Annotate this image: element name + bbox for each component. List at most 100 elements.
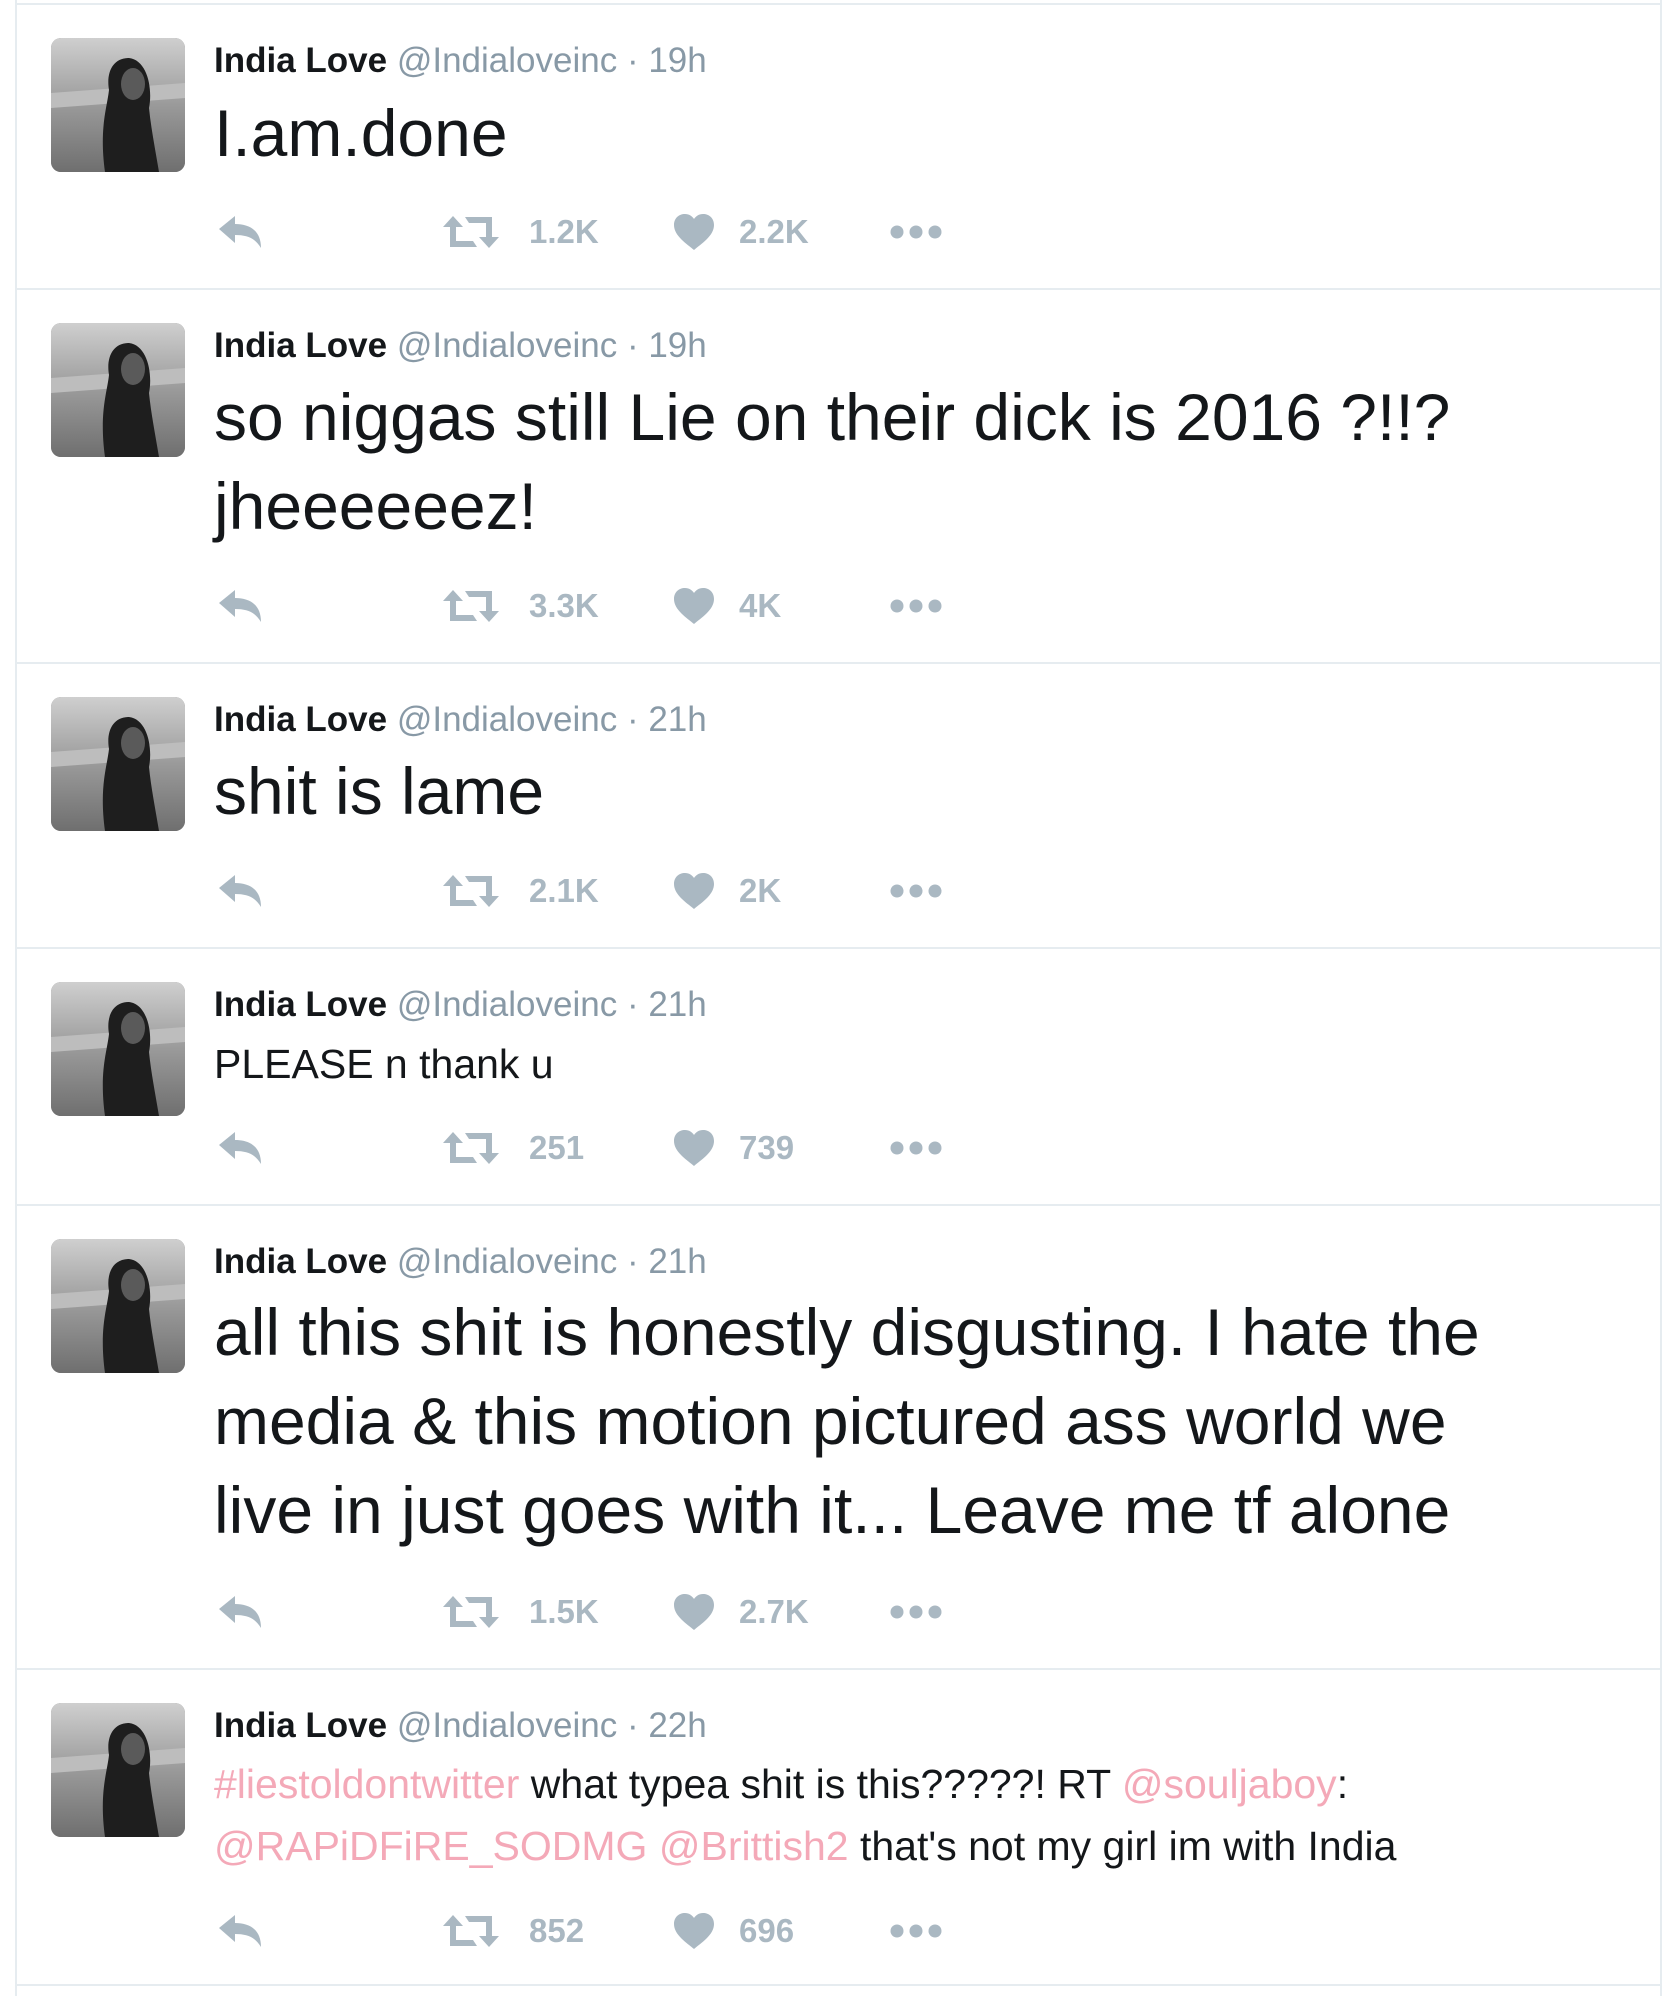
tweet-text: so niggas still Lie on their dick is 201…	[214, 373, 1450, 551]
retweet-count: 2.1K	[529, 872, 599, 909]
more-button[interactable]	[889, 1587, 943, 1637]
like-count: 2K	[739, 872, 782, 909]
reply-button[interactable]	[217, 1123, 263, 1173]
like-button[interactable]: 739	[673, 1123, 794, 1173]
author-handle[interactable]: @Indialoveinc	[397, 1242, 617, 1281]
more-button[interactable]	[889, 581, 943, 631]
author-name[interactable]: India Love	[214, 1706, 387, 1745]
retweet-button[interactable]: 1.2K	[441, 207, 599, 257]
reply-button[interactable]	[217, 1587, 263, 1637]
timestamp[interactable]: 21h	[648, 985, 706, 1024]
tweet[interactable]: India Love @Indialoveinc · 21h shit is l…	[17, 662, 1660, 947]
hashtag-link[interactable]: #liestoldontwitter	[214, 1761, 519, 1807]
tweet[interactable]: India Love @Indialoveinc · 21h PLEASE n …	[17, 947, 1660, 1204]
reply-button[interactable]	[217, 581, 263, 631]
tweet-header: India Love @Indialoveinc · 21h	[214, 702, 707, 737]
retweet-button[interactable]: 2.1K	[441, 866, 599, 916]
reply-icon	[219, 590, 261, 622]
retweet-count: 1.2K	[529, 213, 599, 250]
reply-icon	[219, 1915, 261, 1947]
reply-button[interactable]	[217, 207, 263, 257]
more-dots-icon	[890, 1924, 942, 1938]
author-handle[interactable]: @Indialoveinc	[397, 326, 617, 365]
timestamp[interactable]: 19h	[648, 41, 706, 80]
separator: ·	[626, 326, 639, 365]
author-name[interactable]: India Love	[214, 700, 387, 739]
tweet[interactable]: India Love @Indialoveinc · 22h #liestold…	[17, 1668, 1660, 1986]
more-button[interactable]	[889, 866, 943, 916]
tweet[interactable]: India Love @Indialoveinc · 19h I.am.done…	[17, 3, 1660, 288]
retweet-icon	[443, 1132, 499, 1164]
separator: ·	[626, 1706, 639, 1745]
mention-link[interactable]: @RAPiDFiRE_SODMG	[214, 1823, 647, 1869]
more-dots-icon	[890, 884, 942, 898]
avatar[interactable]	[51, 323, 185, 457]
retweet-button[interactable]: 251	[441, 1123, 584, 1173]
avatar[interactable]	[51, 697, 185, 831]
retweet-button[interactable]: 3.3K	[441, 581, 599, 631]
heart-icon	[674, 1130, 714, 1166]
tweet-text-line: all this shit is honestly disgusting. I …	[214, 1295, 1480, 1369]
like-button[interactable]: 4K	[673, 581, 781, 631]
heart-icon	[674, 1913, 714, 1949]
author-name[interactable]: India Love	[214, 985, 387, 1024]
author-name[interactable]: India Love	[214, 1242, 387, 1281]
timestamp[interactable]: 22h	[648, 1706, 706, 1745]
retweet-button[interactable]: 852	[441, 1906, 584, 1956]
like-button[interactable]: 2K	[673, 866, 781, 916]
avatar[interactable]	[51, 982, 185, 1116]
timestamp[interactable]: 21h	[648, 1242, 706, 1281]
tweet-text: #liestoldontwitter what typea shit is th…	[214, 1753, 1396, 1877]
reply-icon	[219, 875, 261, 907]
more-button[interactable]	[889, 1123, 943, 1173]
separator: ·	[626, 985, 639, 1024]
tweet[interactable]: India Love @Indialoveinc · 21h all this …	[17, 1204, 1660, 1668]
retweet-count: 251	[529, 1129, 585, 1166]
reply-button[interactable]	[217, 866, 263, 916]
avatar-photo-icon	[51, 323, 185, 457]
more-dots-icon	[890, 1141, 942, 1155]
tweet-actions: 1.2K 2.2K	[17, 207, 1660, 257]
avatar[interactable]	[51, 1703, 185, 1837]
more-dots-icon	[890, 1605, 942, 1619]
like-button[interactable]: 696	[673, 1906, 794, 1956]
timestamp[interactable]: 21h	[648, 700, 706, 739]
author-handle[interactable]: @Indialoveinc	[397, 1706, 617, 1745]
tweet[interactable]: India Love @Indialoveinc · 19h so niggas…	[17, 288, 1660, 662]
tweet-text: PLEASE n thank u	[214, 1041, 554, 1087]
reply-icon	[219, 1132, 261, 1164]
heart-icon	[674, 873, 714, 909]
heart-icon	[674, 214, 714, 250]
avatar-photo-icon	[51, 982, 185, 1116]
tweet-text: I.am.done	[214, 96, 508, 170]
tweet-text-line: so niggas still Lie on their dick is 201…	[214, 380, 1451, 454]
like-count: 739	[739, 1129, 795, 1166]
timestamp[interactable]: 19h	[648, 326, 706, 365]
tweet-actions: 251 739	[17, 1123, 1660, 1173]
author-handle[interactable]: @Indialoveinc	[397, 985, 617, 1024]
author-name[interactable]: India Love	[214, 41, 387, 80]
mention-link[interactable]: @Brittish2	[659, 1823, 849, 1869]
tweet-header: India Love @Indialoveinc · 19h	[214, 328, 707, 363]
tweet-text-segment: :	[1336, 1761, 1349, 1807]
retweet-button[interactable]: 1.5K	[441, 1587, 599, 1637]
more-button[interactable]	[889, 1906, 943, 1956]
author-name[interactable]: India Love	[214, 326, 387, 365]
reply-button[interactable]	[217, 1906, 263, 1956]
avatar[interactable]	[51, 1239, 185, 1373]
like-button[interactable]: 2.2K	[673, 207, 809, 257]
author-handle[interactable]: @Indialoveinc	[397, 700, 617, 739]
separator: ·	[626, 1242, 639, 1281]
tweet-header: India Love @Indialoveinc · 22h	[214, 1708, 707, 1743]
avatar[interactable]	[51, 38, 185, 172]
more-button[interactable]	[889, 207, 943, 257]
tweet-text-segment: what typea shit is this?????! RT	[519, 1761, 1122, 1807]
like-count: 696	[739, 1912, 795, 1949]
tweet-actions: 3.3K 4K	[17, 581, 1660, 631]
like-button[interactable]: 2.7K	[673, 1587, 809, 1637]
tweet-actions: 852 696	[17, 1906, 1660, 1956]
author-handle[interactable]: @Indialoveinc	[397, 41, 617, 80]
like-count: 4K	[739, 587, 782, 624]
mention-link[interactable]: @souljaboy	[1122, 1761, 1337, 1807]
retweet-icon	[443, 1915, 499, 1947]
